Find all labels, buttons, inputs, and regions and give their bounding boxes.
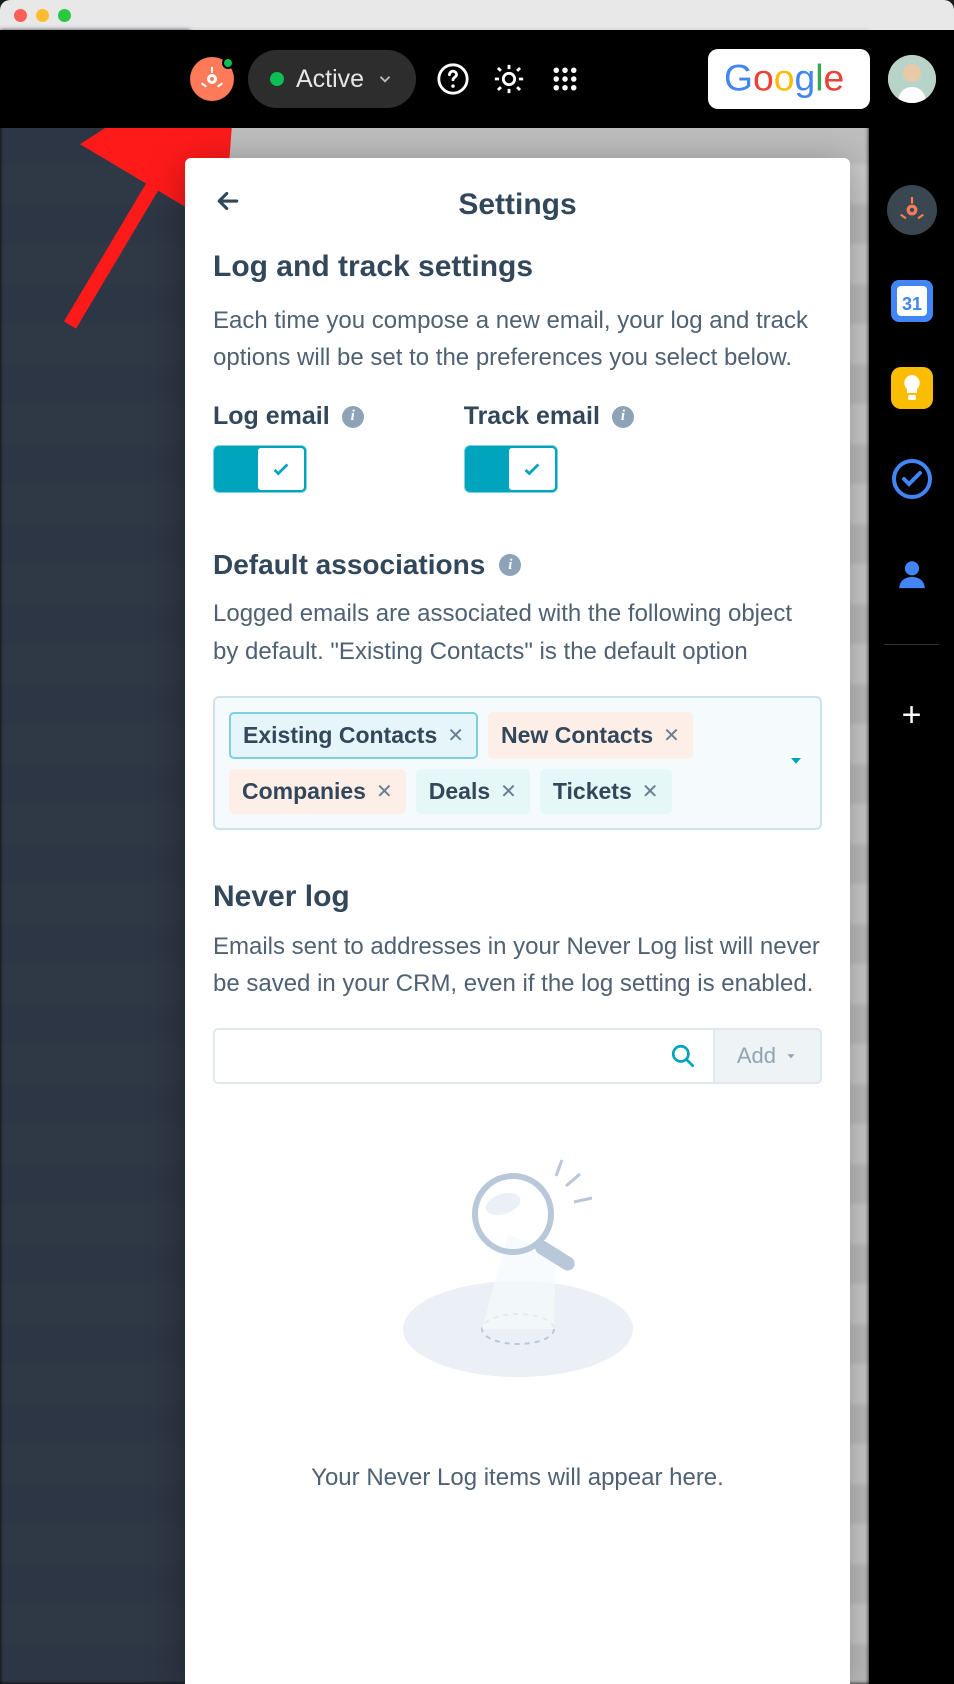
mac-close-dot[interactable]	[14, 9, 27, 22]
right-rail: 31 +	[869, 30, 954, 1684]
toggle-row: Log email i Track email i	[213, 402, 822, 493]
settings-gear-button[interactable]	[490, 60, 528, 98]
neverlog-search-input[interactable]	[213, 1028, 653, 1084]
google-logo-icon: Google	[724, 57, 854, 101]
log-email-label: Log email i	[213, 402, 364, 431]
status-label: Active	[296, 65, 364, 94]
mac-min-dot[interactable]	[36, 9, 49, 22]
google-badge[interactable]: Google	[708, 49, 870, 109]
lightbulb-icon	[900, 373, 924, 403]
help-button[interactable]	[434, 60, 472, 98]
check-icon	[521, 458, 543, 480]
search-icon	[670, 1043, 696, 1069]
associations-heading: Default associations	[213, 549, 485, 581]
arrow-left-icon	[213, 186, 243, 216]
empty-state: Your Never Log items will appear here.	[213, 1154, 822, 1492]
search-icon-button[interactable]	[653, 1028, 713, 1084]
tag-remove[interactable]: ✕	[663, 723, 680, 748]
tag-new-contacts[interactable]: New Contacts ✕	[488, 712, 693, 759]
chevron-down-icon	[376, 70, 394, 88]
log-track-desc: Each time you compose a new email, your …	[213, 302, 822, 376]
mac-max-dot[interactable]	[58, 9, 71, 22]
panel-header: Settings	[213, 188, 822, 222]
check-icon	[270, 458, 292, 480]
svg-text:Google: Google	[724, 57, 844, 98]
rail-tasks-button[interactable]	[887, 454, 937, 504]
back-button[interactable]	[213, 186, 243, 224]
question-circle-icon	[436, 62, 470, 96]
caret-down-icon	[784, 1049, 798, 1063]
neverlog-search-row: Add	[213, 1028, 822, 1084]
neverlog-heading: Never log	[213, 880, 822, 914]
track-email-toggle[interactable]	[464, 445, 558, 493]
tag-remove[interactable]: ✕	[447, 723, 464, 748]
settings-panel: Settings Log and track settings Each tim…	[185, 158, 850, 1684]
associations-desc: Logged emails are associated with the fo…	[213, 595, 822, 669]
topbar: Active Google	[0, 30, 954, 128]
tag-deals[interactable]: Deals ✕	[416, 769, 530, 814]
hubspot-sprocket-icon	[899, 197, 925, 223]
rail-calendar-button[interactable]: 31	[891, 280, 933, 322]
log-email-toggle[interactable]	[213, 445, 307, 493]
rail-keep-button[interactable]	[891, 367, 933, 409]
svg-text:31: 31	[901, 294, 921, 314]
rail-contacts-button[interactable]	[887, 549, 937, 599]
tag-existing-contacts[interactable]: Existing Contacts ✕	[229, 712, 478, 759]
hubspot-sprocket-icon	[200, 67, 224, 91]
empty-caption: Your Never Log items will appear here.	[311, 1464, 724, 1492]
tag-remove[interactable]: ✕	[500, 779, 517, 804]
info-icon[interactable]: i	[612, 406, 634, 428]
status-pill[interactable]: Active	[248, 50, 416, 108]
user-avatar[interactable]	[888, 55, 936, 103]
info-icon[interactable]: i	[499, 554, 521, 576]
tag-tickets[interactable]: Tickets ✕	[540, 769, 672, 814]
status-indicator-dot	[222, 57, 234, 69]
panel-title: Settings	[458, 188, 576, 222]
tag-remove[interactable]: ✕	[376, 779, 393, 804]
neverlog-desc: Emails sent to addresses in your Never L…	[213, 928, 822, 1002]
info-icon[interactable]: i	[342, 406, 364, 428]
track-email-label: Track email i	[464, 402, 634, 431]
log-track-heading: Log and track settings	[213, 250, 822, 284]
apps-grid-button[interactable]	[546, 60, 584, 98]
mac-window-chrome	[0, 0, 954, 30]
tasks-check-icon	[891, 458, 933, 500]
caret-down-icon	[786, 750, 806, 770]
tag-companies[interactable]: Companies ✕	[229, 769, 406, 814]
add-button[interactable]: Add	[713, 1028, 822, 1084]
rail-hubspot-button[interactable]	[887, 185, 937, 235]
associations-multiselect[interactable]: Existing Contacts ✕ New Contacts ✕ Compa…	[213, 696, 822, 830]
person-icon	[895, 557, 929, 591]
tag-remove[interactable]: ✕	[642, 779, 659, 804]
app-root: Active Google 31	[0, 30, 954, 1684]
hubspot-logo[interactable]	[190, 57, 234, 101]
rail-add-button[interactable]: +	[887, 690, 937, 740]
gear-icon	[492, 62, 526, 96]
online-dot-icon	[270, 72, 284, 86]
grid-icon	[550, 64, 580, 94]
calendar-icon: 31	[891, 280, 933, 322]
empty-state-illustration	[388, 1154, 648, 1384]
dropdown-caret[interactable]	[786, 750, 806, 775]
